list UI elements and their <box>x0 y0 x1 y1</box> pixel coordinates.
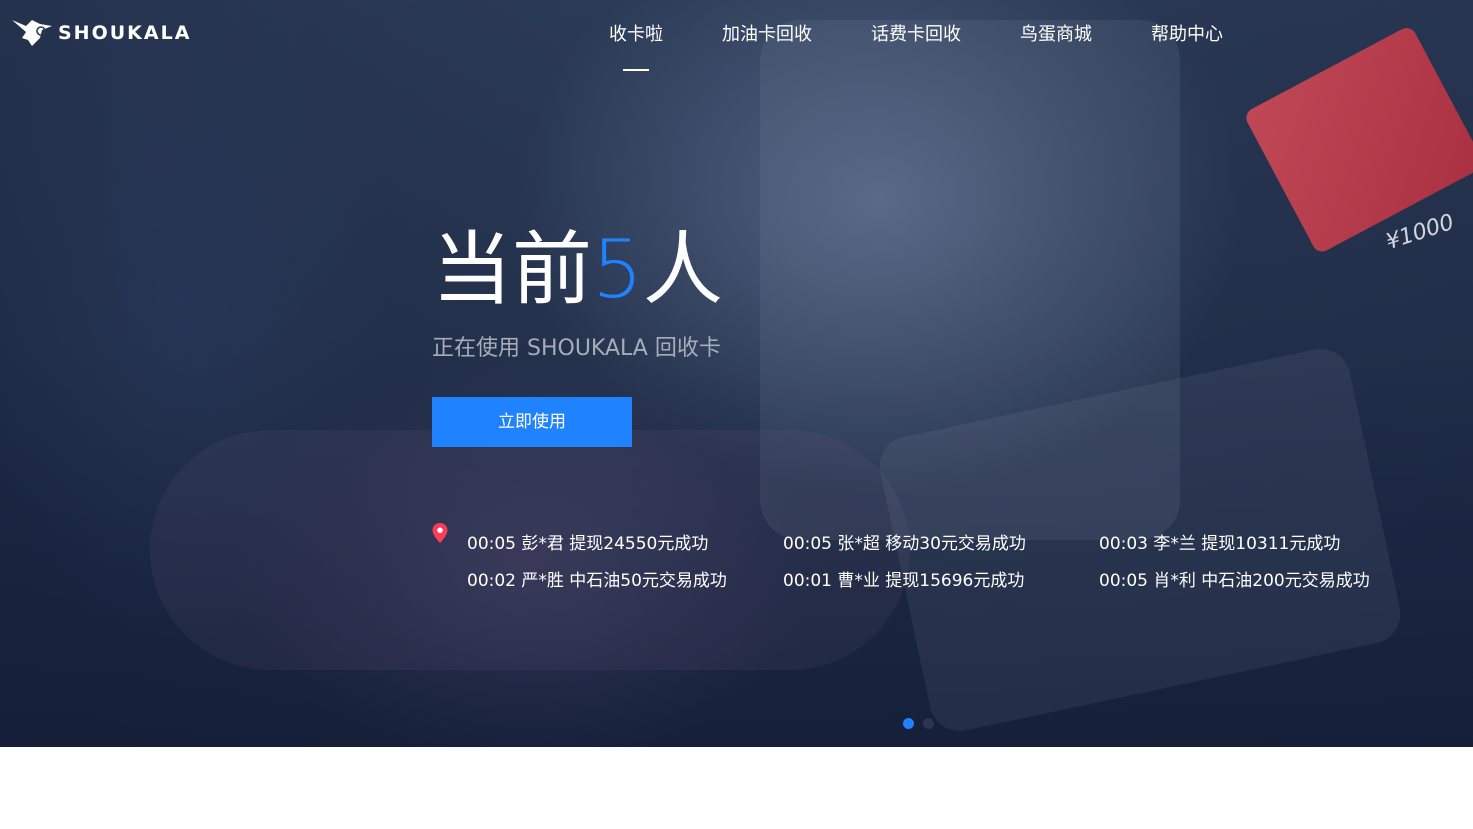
carousel-dot-1[interactable] <box>903 718 914 729</box>
ticker-item: 00:02 严*胜 中石油50元交易成功 <box>467 571 727 591</box>
nav-item-phone-card[interactable]: 话费卡回收 <box>871 22 961 48</box>
use-now-button[interactable]: 立即使用 <box>432 397 632 447</box>
headline-suffix: 人 <box>642 223 723 316</box>
ticker-item: 00:05 彭*君 提现24550元成功 <box>467 534 709 554</box>
ticker-item: 00:01 曹*业 提现15696元成功 <box>783 571 1025 591</box>
main-nav: 收卡啦 加油卡回收 话费卡回收 鸟蛋商城 帮助中心 <box>609 22 1282 71</box>
hummingbird-icon <box>12 20 52 46</box>
brand-name: SHOUKALA <box>58 22 192 44</box>
nav-item-fuel-card[interactable]: 加油卡回收 <box>722 22 812 48</box>
carousel-indicators <box>903 718 943 729</box>
ticker-item: 00:05 肖*利 中石油200元交易成功 <box>1099 571 1370 591</box>
nav-item-shoukala[interactable]: 收卡啦 <box>609 22 663 48</box>
nav-item-mall[interactable]: 鸟蛋商城 <box>1020 22 1092 48</box>
nav-active-indicator <box>623 69 649 71</box>
ticker-item: 00:05 张*超 移动30元交易成功 <box>783 534 1026 554</box>
hero-banner: ¥1000 SHOUKALA 收卡啦 加油卡回收 话费卡回收 鸟蛋商城 帮助中心… <box>0 0 1473 747</box>
headline-subtitle: 正在使用 SHOUKALA 回收卡 <box>432 336 721 361</box>
ticker-row: 00:05 彭*君 提现24550元成功 00:05 张*超 移动30元交易成功… <box>467 530 1427 558</box>
ticker-item: 00:03 李*兰 提现10311元成功 <box>1099 534 1341 554</box>
site-logo[interactable]: SHOUKALA <box>10 16 191 50</box>
headline: 当前5人 <box>432 220 723 320</box>
active-user-count: 5 <box>592 223 643 316</box>
carousel-dot-2[interactable] <box>923 718 934 729</box>
location-pin-icon <box>432 523 448 543</box>
ticker-row: 00:02 严*胜 中石油50元交易成功 00:01 曹*业 提现15696元成… <box>467 567 1427 595</box>
nav-item-help[interactable]: 帮助中心 <box>1151 22 1223 48</box>
headline-prefix: 当前 <box>432 223 592 316</box>
